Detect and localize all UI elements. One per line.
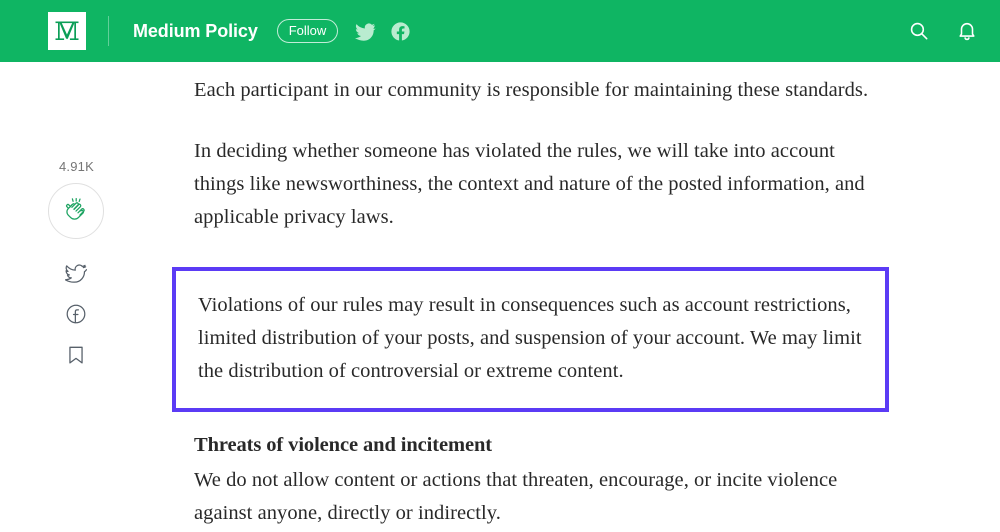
- rail-facebook-share-link[interactable]: [56, 294, 96, 334]
- notifications-button[interactable]: [956, 20, 978, 42]
- twitter-bird-icon: [355, 21, 376, 42]
- header-facebook-share-link[interactable]: [390, 21, 411, 42]
- bookmark-button[interactable]: [56, 335, 96, 375]
- search-button[interactable]: [908, 20, 930, 42]
- bell-icon: [956, 20, 978, 42]
- medium-logo-link[interactable]: [48, 12, 86, 50]
- paragraph-intro: Each participant in our community is res…: [194, 79, 869, 101]
- site-header: Medium Policy Follow: [0, 0, 1000, 62]
- paragraph-violations: Violations of our rules may result in co…: [198, 294, 862, 382]
- follow-button[interactable]: Follow: [276, 19, 339, 43]
- twitter-bird-icon: [65, 262, 87, 284]
- header-twitter-share-link[interactable]: [355, 21, 376, 42]
- bookmark-icon: [65, 344, 87, 366]
- header-divider: [108, 16, 109, 46]
- medium-m-logo-icon: [54, 18, 80, 44]
- header-social-links: [355, 21, 411, 42]
- paragraph-deciding: In deciding whether someone has violated…: [194, 140, 865, 228]
- article-content: Each participant in our community is res…: [172, 62, 912, 530]
- rail-twitter-share-link[interactable]: [56, 253, 96, 293]
- facebook-circle-icon: [390, 21, 411, 42]
- article-action-rail: 4.91K: [0, 62, 155, 375]
- clap-count: 4.91K: [59, 159, 94, 174]
- clapping-hands-icon: [61, 196, 91, 226]
- highlighted-paragraph-box[interactable]: Violations of our rules may result in co…: [172, 267, 889, 412]
- clap-button[interactable]: [48, 183, 104, 239]
- section-heading-threats: Threats of violence and incitement: [194, 434, 492, 456]
- facebook-circle-icon: [65, 303, 87, 325]
- search-icon: [908, 20, 930, 42]
- page-body: 4.91K Each participant in our community …: [0, 62, 1000, 532]
- paragraph-threats: We do not allow content or actions that …: [194, 469, 838, 524]
- publication-title: Medium Policy: [133, 20, 258, 41]
- brand-group: Medium Policy Follow: [48, 12, 411, 50]
- header-right-actions: [908, 0, 978, 62]
